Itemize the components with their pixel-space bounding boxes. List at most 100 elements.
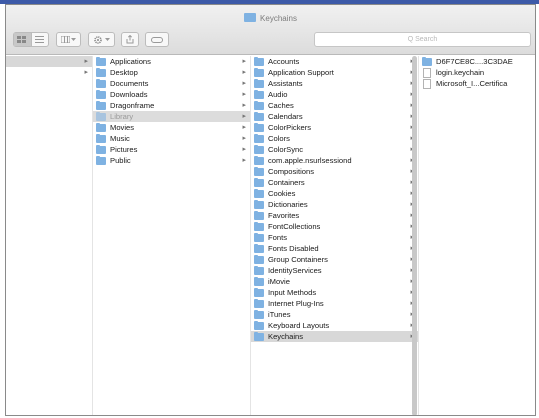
library-item-label: Calendars <box>268 112 303 121</box>
chevron-right-icon: ▸ <box>242 157 246 164</box>
library-item[interactable]: IdentityServices▸ <box>251 265 418 276</box>
folder-icon <box>254 211 264 220</box>
library-item[interactable]: FontCollections▸ <box>251 221 418 232</box>
column-browser: ▸ ▸ Applications ▸ Desktop ▸ Documents ▸ Downl… <box>6 56 535 415</box>
library-item[interactable]: Accounts▸ <box>251 56 418 67</box>
view-mode-control <box>13 32 49 47</box>
keychains-item[interactable]: D6F7CE8C....3C3DAE <box>419 56 535 67</box>
library-item-label: Fonts Disabled <box>268 244 319 253</box>
folder-icon <box>254 332 264 341</box>
library-item-label: Cookies <box>268 189 296 198</box>
home-item[interactable]: Desktop ▸ <box>93 67 250 78</box>
keychains-item-label: D6F7CE8C....3C3DAE <box>436 57 513 66</box>
gear-icon <box>93 35 102 44</box>
folder-icon <box>96 68 106 77</box>
library-item[interactable]: Fonts▸ <box>251 232 418 243</box>
library-item[interactable]: Caches▸ <box>251 100 418 111</box>
search-field[interactable]: Q Search <box>314 32 531 47</box>
folder-icon <box>254 112 264 121</box>
library-item-label: Audio <box>268 90 288 99</box>
library-item[interactable]: Keyboard Layouts▸ <box>251 320 418 331</box>
home-item[interactable]: Music ▸ <box>93 133 250 144</box>
chevron-right-icon: ▸ <box>242 102 246 109</box>
home-item[interactable]: Public ▸ <box>93 155 250 166</box>
sidebar-row[interactable]: ▸ <box>6 67 92 78</box>
share-icon <box>126 35 134 44</box>
library-item[interactable]: Group Containers▸ <box>251 254 418 265</box>
library-item[interactable]: Keychains▸ <box>251 331 418 342</box>
library-item[interactable]: Calendars▸ <box>251 111 418 122</box>
window-titlebar: Keychains Q Search <box>6 5 535 55</box>
library-item[interactable]: ColorPickers▸ <box>251 122 418 133</box>
library-item[interactable]: Assistants▸ <box>251 78 418 89</box>
finder-window: Keychains Q Search ▸ ▸ Applications ▸ De… <box>5 4 536 416</box>
folder-icon <box>96 145 106 154</box>
library-item[interactable]: Application Support▸ <box>251 67 418 78</box>
home-item-label: Pictures <box>110 145 138 154</box>
library-item[interactable]: Fonts Disabled▸ <box>251 243 418 254</box>
home-item[interactable]: Movies ▸ <box>93 122 250 133</box>
search-placeholder: Q Search <box>407 36 438 43</box>
home-item[interactable]: Documents ▸ <box>93 78 250 89</box>
chevron-right-icon: ▸ <box>84 58 88 65</box>
folder-icon <box>254 189 264 198</box>
folder-icon <box>254 178 264 187</box>
folder-icon <box>254 57 264 66</box>
library-item[interactable]: Audio▸ <box>251 89 418 100</box>
home-item-label: Desktop <box>110 68 138 77</box>
list-view-button[interactable] <box>32 33 49 46</box>
arrange-button[interactable] <box>56 32 81 47</box>
home-item[interactable]: Library ▸ <box>93 111 250 122</box>
library-item-label: Containers <box>268 178 305 187</box>
home-item[interactable]: Pictures ▸ <box>93 144 250 155</box>
library-item[interactable]: Cookies▸ <box>251 188 418 199</box>
library-item-label: Caches <box>268 101 294 110</box>
library-item-label: com.apple.nsurlsessiond <box>268 156 352 165</box>
library-item-label: Assistants <box>268 79 303 88</box>
home-item[interactable]: Downloads ▸ <box>93 89 250 100</box>
library-item[interactable]: com.apple.nsurlsessiond▸ <box>251 155 418 166</box>
chevron-right-icon: ▸ <box>242 80 246 87</box>
tags-button[interactable] <box>145 32 169 47</box>
chevron-down-icon <box>71 37 77 41</box>
columns-icon <box>60 36 70 43</box>
home-item-label: Applications <box>110 57 151 66</box>
library-item[interactable]: iTunes▸ <box>251 309 418 320</box>
library-item-label: iMovie <box>268 277 290 286</box>
folder-icon <box>96 112 106 121</box>
folder-icon <box>96 90 106 99</box>
library-item[interactable]: Colors▸ <box>251 133 418 144</box>
library-item[interactable]: Dictionaries▸ <box>251 199 418 210</box>
folder-icon <box>254 299 264 308</box>
folder-icon <box>254 79 264 88</box>
home-item[interactable]: Dragonframe ▸ <box>93 100 250 111</box>
library-scrollbar[interactable] <box>412 56 417 415</box>
library-item[interactable]: Compositions▸ <box>251 166 418 177</box>
library-item-label: Fonts <box>268 233 287 242</box>
folder-icon <box>254 222 264 231</box>
folder-icon <box>254 321 264 330</box>
chevron-right-icon: ▸ <box>242 124 246 131</box>
library-item[interactable]: Input Methods▸ <box>251 287 418 298</box>
share-button[interactable] <box>121 32 139 47</box>
sidebar-column: ▸ ▸ <box>6 56 93 415</box>
library-item[interactable]: Favorites▸ <box>251 210 418 221</box>
library-item[interactable]: Internet Plug-Ins▸ <box>251 298 418 309</box>
keychains-item[interactable]: login.keychain <box>419 67 535 78</box>
library-item[interactable]: iMovie▸ <box>251 276 418 287</box>
folder-icon <box>254 244 264 253</box>
folder-icon <box>254 90 264 99</box>
column-keychains: D6F7CE8C....3C3DAE login.keychain Microsof… <box>419 56 535 415</box>
folder-icon <box>254 68 264 77</box>
keychains-item-label: Microsoft_I...Certifica <box>436 79 508 88</box>
library-item[interactable]: Containers▸ <box>251 177 418 188</box>
home-item[interactable]: Applications ▸ <box>93 56 250 67</box>
icon-view-button[interactable] <box>14 33 32 46</box>
library-item-label: Application Support <box>268 68 334 77</box>
library-item[interactable]: ColorSync▸ <box>251 144 418 155</box>
action-button[interactable] <box>88 32 115 47</box>
keychains-item[interactable]: Microsoft_I...Certifica <box>419 78 535 89</box>
sidebar-row-selected[interactable]: ▸ <box>6 56 92 67</box>
library-item-label: Accounts <box>268 57 300 66</box>
folder-icon <box>254 255 264 264</box>
